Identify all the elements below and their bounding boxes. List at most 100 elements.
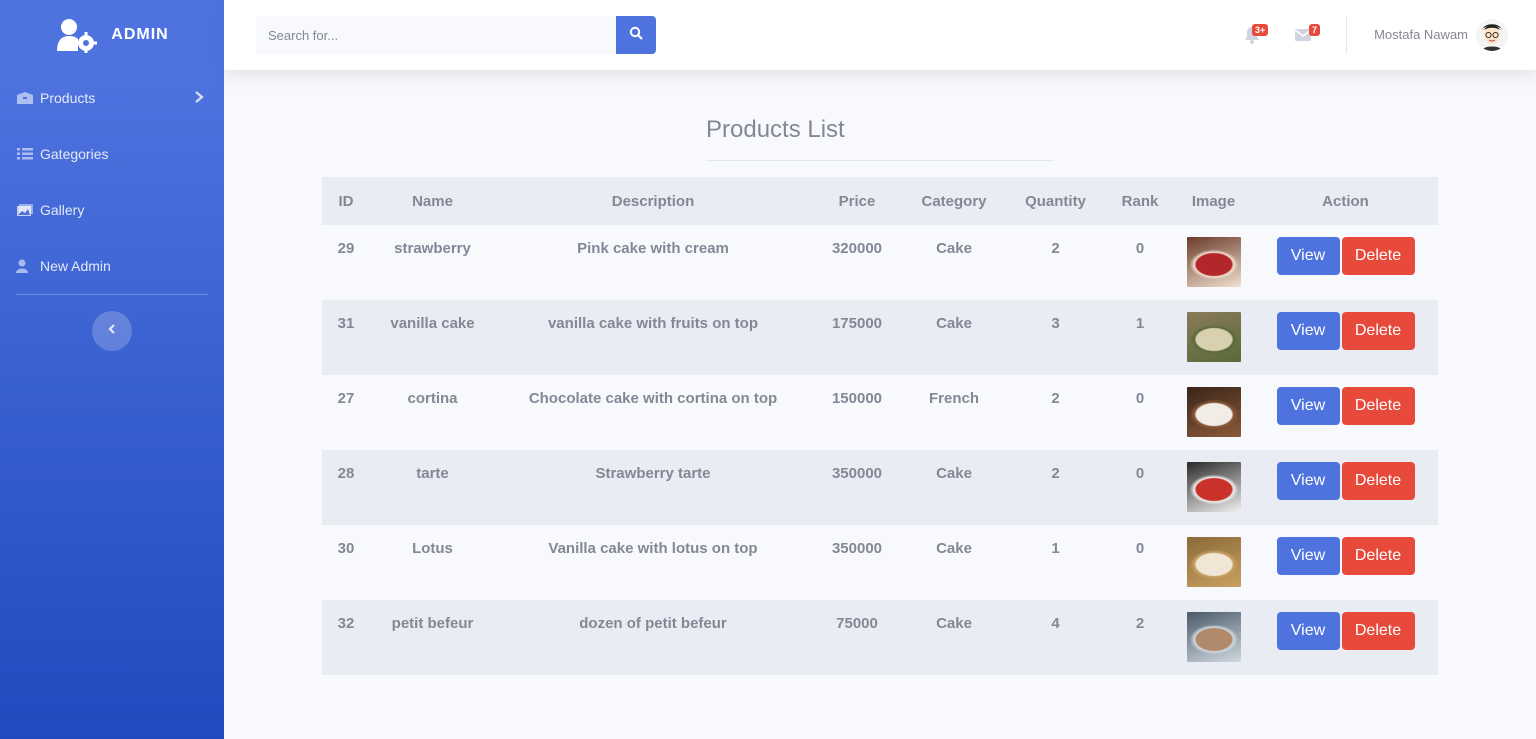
sidebar-item-label: Gategories [40,146,109,162]
delete-button[interactable]: Delete [1341,387,1415,425]
column-header: Quantity [1005,177,1106,225]
id-cell: 29 [322,225,370,300]
name-cell: Lotus [370,525,495,600]
quantity-cell: 4 [1005,600,1106,675]
view-button[interactable]: View [1276,537,1340,575]
table-row: 32 petit befeur dozen of petit befeur 75000… [322,600,1438,675]
alerts-button[interactable]: 3+ [1242,20,1272,50]
rank-cell: 2 [1106,600,1174,675]
title-divider [706,160,1054,161]
brand-title: ADMIN [111,26,169,43]
image-cell [1174,225,1253,300]
delete-button[interactable]: Delete [1341,312,1415,350]
sidebar: ADMIN Products Gategories Gallery New Ad… [0,0,224,739]
sidebar-item-gallery[interactable]: Gallery [0,182,224,238]
action-cell: View Delete [1253,600,1438,675]
products-table: ID Name Description Price Category Quantity Ra… [322,177,1438,675]
sidebar-toggle-button[interactable] [92,311,132,351]
action-cell: View Delete [1253,450,1438,525]
id-cell: 32 [322,600,370,675]
table-row: 31 vanilla cake vanilla cake with fruits o… [322,300,1438,375]
table-header-row: ID Name Description Price Category Quantity Ra… [322,177,1438,225]
product-thumbnail [1186,312,1241,362]
list-icon [16,147,34,161]
user-name[interactable]: Mostafa Nawam [1374,27,1468,42]
column-header: Rank [1106,177,1174,225]
delete-button[interactable]: Delete [1341,462,1415,500]
description-cell: dozen of petit befeur [495,600,811,675]
avatar[interactable] [1476,19,1508,51]
rank-cell: 0 [1106,525,1174,600]
price-cell: 150000 [811,375,903,450]
product-thumbnail [1186,612,1241,662]
delete-button[interactable]: Delete [1341,612,1415,650]
price-cell: 320000 [811,225,903,300]
category-cell: Cake [903,600,1005,675]
column-header: ID [322,177,370,225]
delete-button[interactable]: Delete [1341,237,1415,275]
sidebar-item-products[interactable]: Products [0,70,224,126]
price-cell: 175000 [811,300,903,375]
rank-cell: 1 [1106,300,1174,375]
quantity-cell: 2 [1005,375,1106,450]
id-cell: 27 [322,375,370,450]
action-cell: View Delete [1253,525,1438,600]
description-cell: vanilla cake with fruits on top [495,300,811,375]
price-cell: 75000 [811,600,903,675]
chevron-left-icon [107,322,117,340]
name-cell: vanilla cake [370,300,495,375]
price-cell: 350000 [811,525,903,600]
category-cell: Cake [903,225,1005,300]
product-thumbnail [1186,537,1241,587]
delete-button[interactable]: Delete [1341,537,1415,575]
product-thumbnail [1186,462,1241,512]
sidebar-item-label: Products [40,90,96,106]
rank-cell: 0 [1106,225,1174,300]
sidebar-item-label: New Admin [40,258,111,274]
id-cell: 30 [322,525,370,600]
topbar-divider [1346,16,1347,54]
messages-count-badge: 7 [1309,24,1321,36]
category-cell: Cake [903,300,1005,375]
brand[interactable]: ADMIN [0,0,224,70]
product-thumbnail [1186,237,1241,287]
action-cell: View Delete [1253,300,1438,375]
quantity-cell: 3 [1005,300,1106,375]
name-cell: petit befeur [370,600,495,675]
price-cell: 350000 [811,450,903,525]
category-cell: Cake [903,450,1005,525]
images-icon [16,203,34,217]
name-cell: tarte [370,450,495,525]
box-icon [16,91,34,105]
user-icon [16,259,34,273]
users-cog-icon [55,17,98,53]
alerts-count-badge: 3+ [1252,24,1269,36]
action-cell: View Delete [1253,225,1438,300]
search-input[interactable] [256,16,616,54]
view-button[interactable]: View [1276,312,1340,350]
category-cell: French [903,375,1005,450]
id-cell: 31 [322,300,370,375]
messages-button[interactable]: 7 [1292,20,1322,50]
search-button[interactable] [616,16,656,54]
page-title: Products List [706,116,845,143]
quantity-cell: 1 [1005,525,1106,600]
description-cell: Strawberry tarte [495,450,811,525]
view-button[interactable]: View [1276,387,1340,425]
sidebar-item-label: Gallery [40,202,85,218]
column-header: Name [370,177,495,225]
table-row: 29 strawberry Pink cake with cream 320000 Ca… [322,225,1438,300]
name-cell: cortina [370,375,495,450]
view-button[interactable]: View [1276,237,1340,275]
image-cell [1174,525,1253,600]
rank-cell: 0 [1106,375,1174,450]
view-button[interactable]: View [1276,612,1340,650]
chevron-right-icon [194,90,204,107]
table-row: 28 tarte Strawberry tarte 350000 Cake 2 0 View D… [322,450,1438,525]
sidebar-item-categories[interactable]: Gategories [0,126,224,182]
search-icon [629,26,643,45]
view-button[interactable]: View [1276,462,1340,500]
topbar: 3+ 7 Mostafa Nawam [224,0,1536,70]
sidebar-item-new-admin[interactable]: New Admin [0,238,224,294]
quantity-cell: 2 [1005,225,1106,300]
